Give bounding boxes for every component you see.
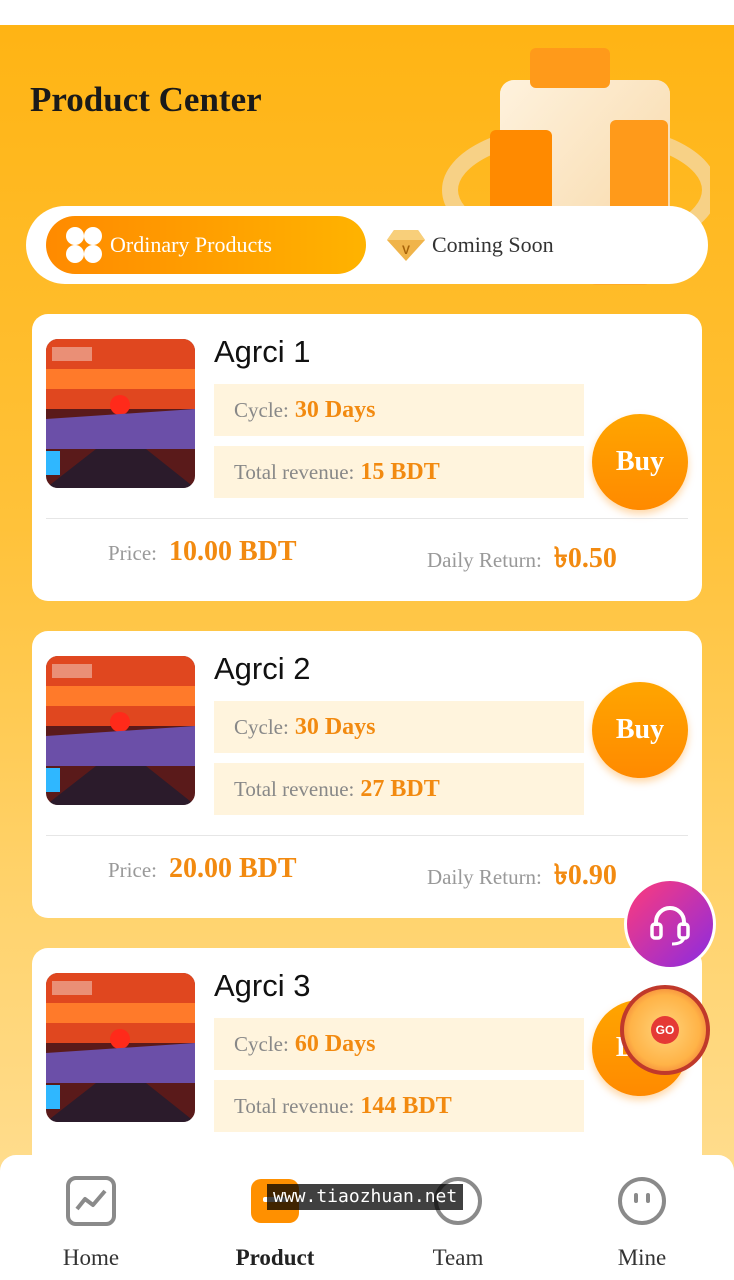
daily-return-row: Daily Return: ৳0.90 xyxy=(427,853,617,900)
product-image xyxy=(46,973,195,1122)
nav-team[interactable]: Team xyxy=(388,1155,528,1280)
revenue-row: Total revenue: 27 BDT xyxy=(214,763,584,815)
bottom-nav: Home Product Team Mine xyxy=(0,1155,734,1280)
price-value: 10.00 BDT xyxy=(168,536,297,567)
revenue-value: 27 BDT xyxy=(360,775,440,802)
tab-label: Ordinary Products xyxy=(110,232,272,257)
cycle-label: Cycle: xyxy=(234,714,289,739)
daily-return-value: ৳0.90 xyxy=(553,860,617,891)
price-value: 20.00 BDT xyxy=(168,853,297,884)
price-row: Price: 20.00 BDT xyxy=(108,853,297,885)
tab-ordinary-products[interactable]: Ordinary Products xyxy=(46,216,366,274)
daily-return-value: ৳0.50 xyxy=(553,543,617,574)
cycle-row: Cycle: 60 Days xyxy=(214,1018,584,1070)
divider xyxy=(46,518,688,519)
lucky-wheel-button[interactable]: GO xyxy=(620,985,710,1075)
tab-label: Coming Soon xyxy=(432,232,554,257)
revenue-label: Total revenue: xyxy=(234,776,355,801)
revenue-value: 15 BDT xyxy=(360,458,440,485)
buy-button[interactable]: Buy xyxy=(592,682,688,778)
cycle-row: Cycle: 30 Days xyxy=(214,384,584,436)
cycle-label: Cycle: xyxy=(234,397,289,422)
customer-service-button[interactable] xyxy=(624,878,716,970)
face-icon xyxy=(618,1177,666,1225)
headset-icon xyxy=(650,906,690,946)
watermark: www.tiaozhuan.net xyxy=(267,1184,464,1210)
price-label: Price: xyxy=(108,858,157,882)
price-row: Price: 10.00 BDT xyxy=(108,536,297,568)
cycle-label: Cycle: xyxy=(234,1031,289,1056)
revenue-label: Total revenue: xyxy=(234,459,355,484)
cycle-value: 30 Days xyxy=(294,396,376,423)
product-card: Agrci 1 Cycle: 30 Days Total revenue: 15… xyxy=(32,314,702,601)
nav-product[interactable]: Product xyxy=(205,1155,345,1280)
nav-label: Home xyxy=(62,1245,120,1270)
price-label: Price: xyxy=(108,541,157,565)
product-name: Agrci 2 xyxy=(214,651,311,686)
product-image xyxy=(46,339,195,488)
tab-coming-soon[interactable]: V Coming Soon xyxy=(386,216,554,274)
nav-home[interactable]: Home xyxy=(21,1155,161,1280)
wheel-go-label: GO xyxy=(651,1016,679,1044)
product-image xyxy=(46,656,195,805)
product-card: Agrci 2 Cycle: 30 Days Total revenue: 27… xyxy=(32,631,702,918)
daily-return-label: Daily Return: xyxy=(427,548,542,572)
product-tabs: Ordinary Products V Coming Soon xyxy=(26,206,708,284)
cycle-value: 30 Days xyxy=(294,713,376,740)
nav-label: Team xyxy=(432,1245,484,1270)
nav-mine[interactable]: Mine xyxy=(572,1155,712,1280)
svg-text:V: V xyxy=(402,243,410,257)
chart-icon xyxy=(66,1176,116,1226)
product-name: Agrci 3 xyxy=(214,968,311,1003)
diamond-icon: V xyxy=(387,230,425,261)
divider xyxy=(46,835,688,836)
page-title: Product Center xyxy=(30,80,262,119)
cycle-row: Cycle: 30 Days xyxy=(214,701,584,753)
buy-button[interactable]: Buy xyxy=(592,414,688,510)
cycle-value: 60 Days xyxy=(294,1030,376,1057)
revenue-label: Total revenue: xyxy=(234,1093,355,1118)
nav-label: Mine xyxy=(617,1245,667,1270)
revenue-row: Total revenue: 144 BDT xyxy=(214,1080,584,1132)
clover-icon xyxy=(64,225,104,265)
daily-return-label: Daily Return: xyxy=(427,865,542,889)
revenue-value: 144 BDT xyxy=(360,1092,452,1119)
nav-label: Product xyxy=(235,1245,315,1270)
revenue-row: Total revenue: 15 BDT xyxy=(214,446,584,498)
daily-return-row: Daily Return: ৳0.50 xyxy=(427,536,617,583)
product-name: Agrci 1 xyxy=(214,334,311,369)
